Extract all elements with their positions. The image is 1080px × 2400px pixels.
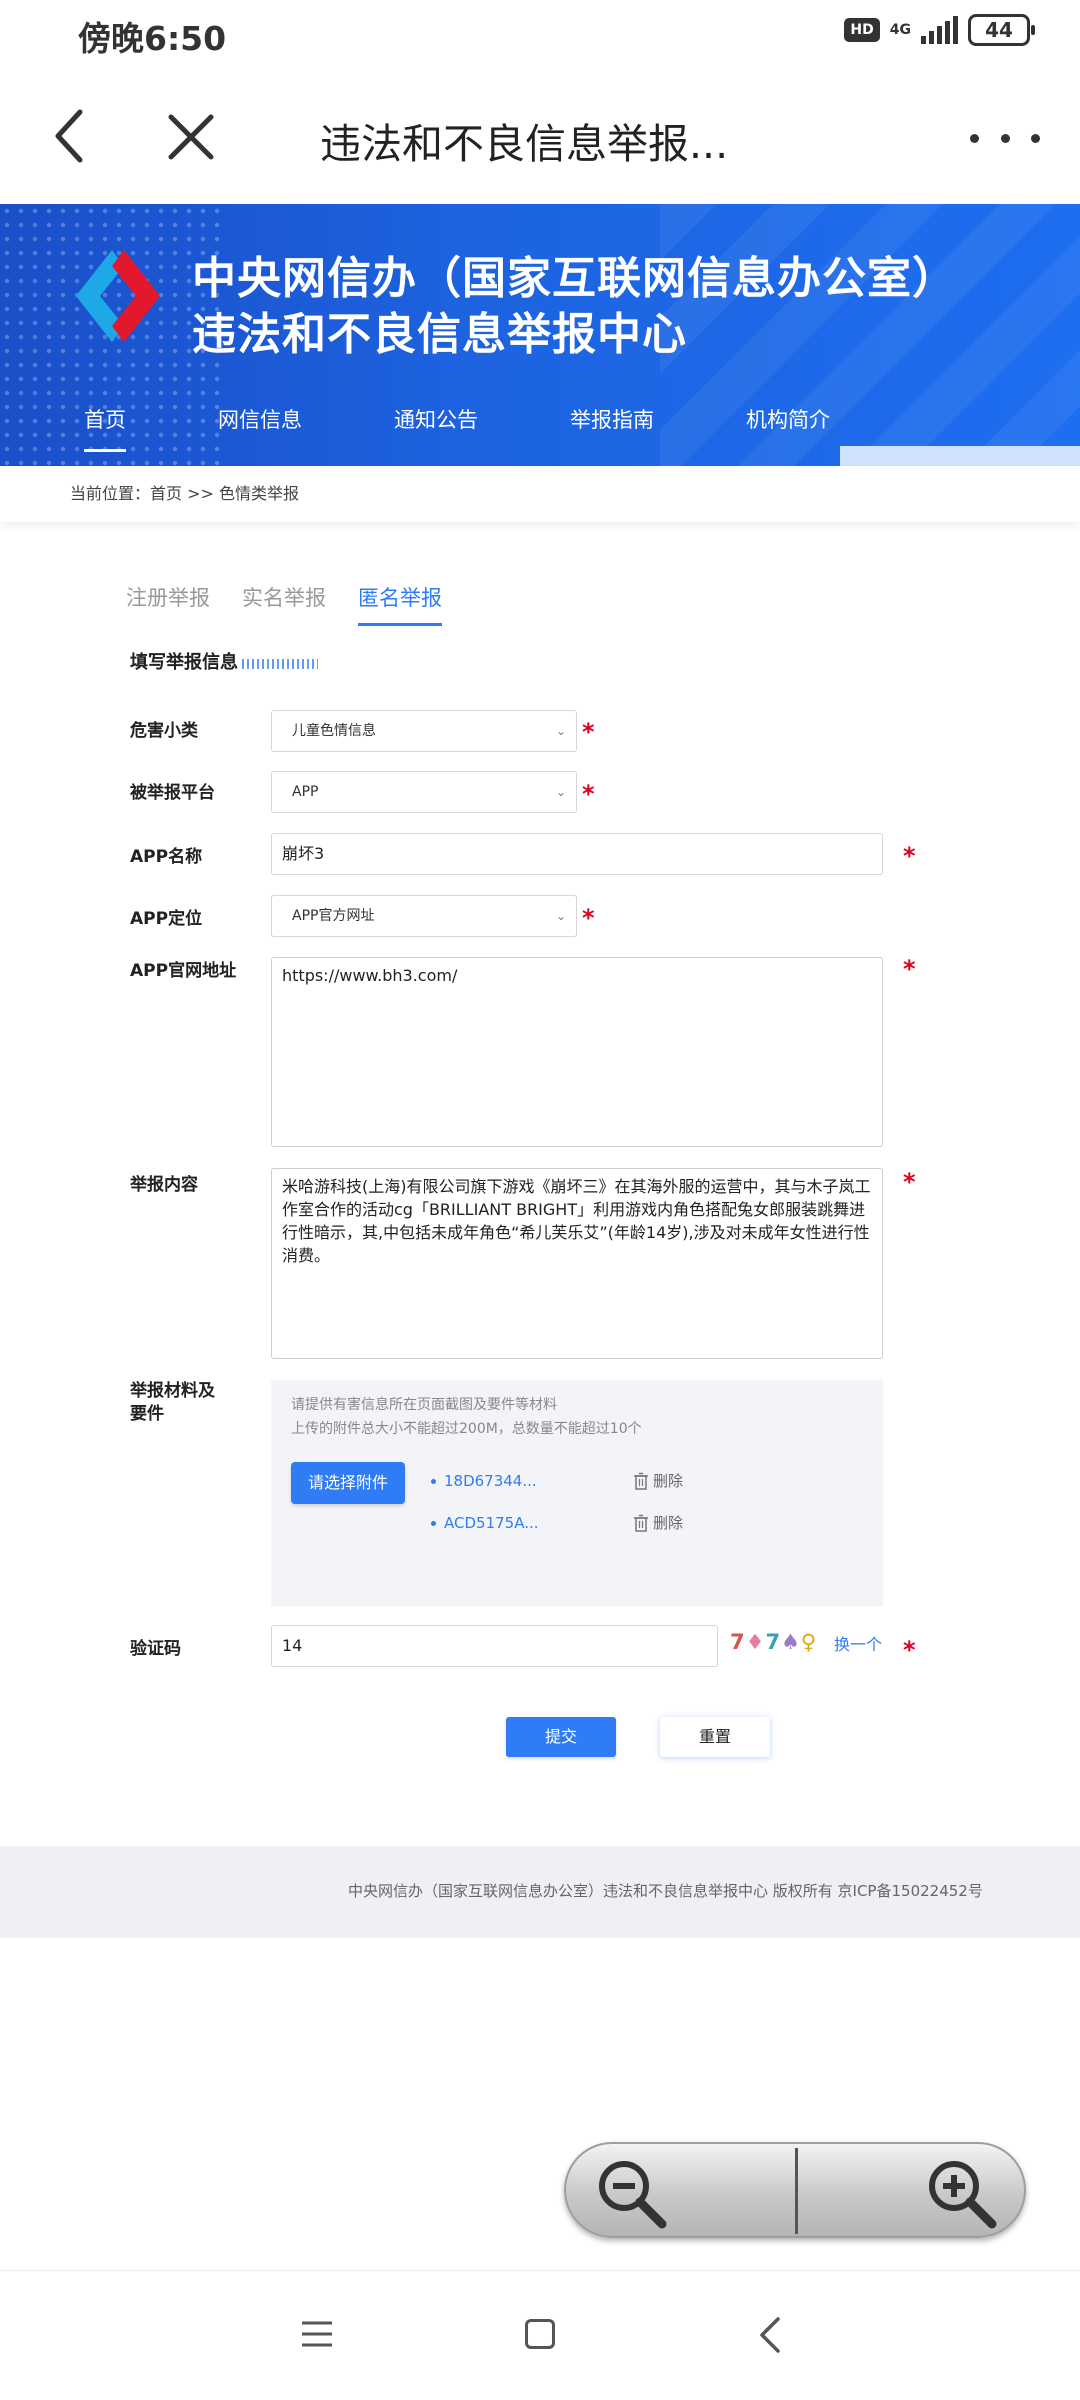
site-logo: [76, 250, 160, 342]
tab-realname-report[interactable]: 实名举报: [242, 582, 326, 622]
network-type: 4G: [889, 22, 911, 38]
bullet-icon: [431, 1479, 436, 1484]
attachments-limit-hint: 上传的附件总大小不能超过200M，总数量不能超过10个: [291, 1421, 642, 1437]
attachment-file[interactable]: ACD5175A...: [431, 1514, 539, 1532]
back-arrow-icon[interactable]: [50, 106, 90, 166]
required-mark: *: [903, 1636, 916, 1664]
attachments-panel: 请提供有害信息所在页面截图及要件等材料 上传的附件总大小不能超过200M，总数量…: [271, 1380, 883, 1606]
required-mark: *: [903, 842, 916, 870]
attachment-file-name: ACD5175A...: [444, 1514, 539, 1532]
back-icon[interactable]: [758, 2315, 782, 2355]
app-name-label: APP名称: [130, 847, 203, 867]
harm-type-select[interactable]: 儿童色情信息 ⌄: [271, 710, 577, 752]
attachment-file[interactable]: 18D67344...: [431, 1472, 537, 1490]
submit-button[interactable]: 提交: [506, 1717, 616, 1757]
site-nav: 首页 网信信息 通知公告 举报指南 机构简介: [84, 404, 922, 452]
battery-level: 44: [985, 18, 1013, 42]
delete-label: 删除: [653, 1514, 684, 1532]
site-banner: 中央网信办（国家互联网信息办公室） 违法和不良信息举报中心 首页 网信信息 通知…: [0, 204, 1080, 466]
chevron-down-icon: ⌄: [555, 909, 566, 923]
reset-button[interactable]: 重置: [660, 1717, 770, 1757]
close-icon[interactable]: [165, 111, 217, 163]
breadcrumb: 当前位置：首页 >> 色情类举报: [0, 466, 1080, 522]
nav-notices[interactable]: 通知公告: [394, 404, 478, 434]
hd-badge: HD: [844, 18, 880, 42]
nav-home[interactable]: 首页: [84, 404, 126, 452]
required-mark: *: [582, 780, 595, 808]
delete-attachment-button[interactable]: 删除: [633, 1512, 683, 1533]
signal-icon: [921, 16, 958, 44]
platform-value: APP: [292, 784, 319, 800]
zoom-in-icon[interactable]: [922, 2154, 1002, 2234]
browser-header: 违法和不良信息举报...: [0, 66, 1080, 204]
required-mark: *: [582, 904, 595, 932]
app-url-textarea[interactable]: https://www.bh3.com/: [271, 957, 883, 1147]
captcha-refresh-link[interactable]: 换一个: [834, 1631, 882, 1655]
attachments-label: 举报材料及要件: [130, 1381, 215, 1424]
recent-apps-icon[interactable]: [300, 2319, 334, 2349]
page-footer: 中央网信办（国家互联网信息办公室）违法和不良信息举报中心 版权所有 京ICP备1…: [0, 1846, 1080, 1938]
section-title-decoration: [242, 659, 318, 669]
zoom-out-icon[interactable]: [592, 2154, 672, 2234]
zoom-divider: [795, 2148, 798, 2234]
more-options-icon[interactable]: [970, 118, 1040, 158]
home-icon[interactable]: [525, 2319, 555, 2349]
page-title: 违法和不良信息举报...: [320, 120, 729, 168]
status-time: 傍晚6:50: [78, 19, 227, 58]
trash-icon: [634, 1472, 648, 1490]
banner-title-line1: 中央网信办（国家互联网信息办公室）: [192, 253, 957, 304]
footer-copyright: 中央网信办（国家互联网信息办公室）违法和不良信息举报中心 版权所有 京ICP备1…: [348, 1882, 983, 1900]
status-bar: 傍晚6:50 HD 4G 44: [0, 0, 1080, 66]
breadcrumb-text: 当前位置：首页 >> 色情类举报: [70, 484, 299, 503]
app-position-select[interactable]: APP官方网址 ⌄: [271, 895, 577, 937]
form-section-title: 填写举报信息: [130, 648, 318, 674]
banner-accent-bar: [840, 446, 1080, 466]
captcha-image: 7♦7♠♀: [730, 1630, 818, 1654]
choose-attachment-button[interactable]: 请选择附件: [291, 1462, 405, 1504]
trash-icon: [634, 1514, 648, 1532]
platform-select[interactable]: APP ⌄: [271, 771, 577, 813]
attachments-hint: 请提供有害信息所在页面截图及要件等材料: [291, 1397, 557, 1413]
app-position-label: APP定位: [130, 909, 203, 929]
zoom-control: [564, 2142, 1026, 2238]
banner-title-line2: 违法和不良信息举报中心: [192, 309, 687, 360]
app-name-input[interactable]: 崩坏3: [271, 833, 883, 875]
attachment-file-name: 18D67344...: [444, 1472, 537, 1490]
bullet-icon: [431, 1521, 436, 1526]
app-url-label: APP官网地址: [130, 961, 237, 981]
harm-type-label: 危害小类: [130, 721, 198, 741]
system-nav-bar: [0, 2270, 1080, 2400]
chevron-down-icon: ⌄: [555, 785, 566, 799]
platform-label: 被举报平台: [130, 783, 215, 803]
captcha-input[interactable]: 14: [271, 1625, 718, 1667]
delete-label: 删除: [653, 1472, 684, 1490]
status-indicators: HD 4G 44: [844, 14, 1035, 46]
tab-anonymous-report[interactable]: 匿名举报: [358, 582, 442, 626]
chevron-down-icon: ⌄: [555, 724, 566, 738]
battery-icon: 44: [968, 14, 1035, 46]
nav-cac-info[interactable]: 网信信息: [218, 404, 302, 434]
report-content-label: 举报内容: [130, 1175, 198, 1195]
nav-report-guide[interactable]: 举报指南: [570, 404, 654, 434]
nav-about[interactable]: 机构简介: [746, 404, 830, 434]
tab-registered-report[interactable]: 注册举报: [126, 582, 210, 622]
required-mark: *: [582, 718, 595, 746]
harm-type-value: 儿童色情信息: [292, 723, 376, 739]
captcha-label: 验证码: [130, 1639, 181, 1659]
report-content-textarea[interactable]: 米哈游科技(上海)有限公司旗下游戏《崩坏三》在其海外服的运营中，其与木子岚工作室…: [271, 1168, 883, 1359]
delete-attachment-button[interactable]: 删除: [633, 1470, 683, 1491]
report-type-tabs: 注册举报 实名举报 匿名举报: [126, 582, 442, 626]
section-title-text: 填写举报信息: [130, 652, 238, 673]
app-position-value: APP官方网址: [292, 908, 375, 924]
required-mark: *: [903, 1168, 916, 1196]
required-mark: *: [903, 955, 916, 983]
